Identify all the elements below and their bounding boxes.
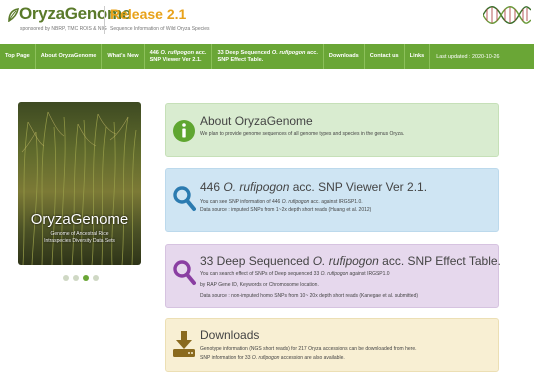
logo-leaf-icon xyxy=(8,8,20,22)
nav-about[interactable]: About OryzaGenome xyxy=(36,44,103,69)
about-card-text: We plan to provide genome sequences of a… xyxy=(200,131,405,137)
nav-downloads[interactable]: Downloads xyxy=(324,44,365,69)
snp-viewer-card[interactable]: 446 O. rufipogon acc. SNP Viewer Ver 2.1… xyxy=(165,168,499,232)
carousel-indicators xyxy=(63,275,99,281)
carousel-dot-1[interactable] xyxy=(63,275,69,281)
snp-effect-card-text-3: Data source : non-imputed homo SNPs from… xyxy=(200,293,419,299)
nav-snp-effect[interactable]: 33 Deep Sequenced O. rufipogon acc. SNP … xyxy=(212,44,324,69)
nav-links[interactable]: Links xyxy=(405,44,431,69)
header-divider xyxy=(104,6,105,34)
info-icon xyxy=(173,120,195,142)
nav-snp-viewer[interactable]: 446 O. rufipogon acc. SNP Viewer Ver 2.1… xyxy=(145,44,213,69)
magnifier-icon xyxy=(173,186,196,211)
snp-effect-card-text-1: You can search effect of SNPs of Deep se… xyxy=(200,271,390,277)
main-nav: Top Page About OryzaGenome What's New 44… xyxy=(0,44,534,69)
hero-carousel[interactable]: OryzaGenome Genome of Ancestral Rice Int… xyxy=(18,102,141,265)
downloads-card[interactable]: Downloads Genotype information (NGS shor… xyxy=(165,318,499,372)
sponsor-text: sponsored by NBRP, TMC ROIS & NIG xyxy=(20,26,107,32)
downloads-card-text-2: SNP information for 33 O. rufipogon acce… xyxy=(200,355,345,361)
dna-helix-icon xyxy=(483,6,531,24)
snp-viewer-card-text-2: Data source : imputed SNPs from 1~2x dep… xyxy=(200,207,372,213)
release-label: Release 2.1 xyxy=(110,6,187,22)
nav-snp-viewer-line2: SNP Viewer Ver 2.1. xyxy=(149,56,202,63)
snp-viewer-card-title[interactable]: 446 O. rufipogon acc. SNP Viewer Ver 2.1… xyxy=(200,180,427,194)
snp-viewer-card-text-1: You can see SNP information of 446 O. ru… xyxy=(200,199,363,205)
snp-effect-card[interactable]: 33 Deep Sequenced O. rufipogon acc. SNP … xyxy=(165,244,501,308)
downloads-card-title[interactable]: Downloads xyxy=(200,328,259,342)
carousel-dot-3[interactable] xyxy=(83,275,89,281)
download-icon xyxy=(173,331,195,357)
downloads-card-text-1: Genotype information (NGS short reads) f… xyxy=(200,346,417,352)
nav-whats-new[interactable]: What's New xyxy=(102,44,145,69)
last-updated: Last updated : 2020-10-26 xyxy=(436,53,500,60)
nav-top-page[interactable]: Top Page xyxy=(0,44,36,69)
carousel-subtitle-1: Genome of Ancestral Rice xyxy=(50,231,109,237)
carousel-title: OryzaGenome xyxy=(30,211,129,228)
site-header: OryzaGenome sponsored by NBRP, TMC ROIS … xyxy=(0,0,534,44)
nav-snp-effect-line2: SNP Effect Table. xyxy=(217,56,264,63)
carousel-subtitle-2: Intraspecies Diversity Data Sets xyxy=(44,238,115,244)
carousel-dot-4[interactable] xyxy=(93,275,99,281)
snp-effect-card-title[interactable]: 33 Deep Sequenced O. rufipogon acc. SNP … xyxy=(200,254,501,268)
magnifier-icon xyxy=(173,260,196,285)
about-card[interactable]: About OryzaGenome We plan to provide gen… xyxy=(165,103,499,157)
carousel-dot-2[interactable] xyxy=(73,275,79,281)
nav-contact[interactable]: Contact us xyxy=(365,44,405,69)
release-subtitle: Sequence Information of Wild Oryza Speci… xyxy=(110,26,210,32)
about-card-title[interactable]: About OryzaGenome xyxy=(200,114,313,128)
snp-effect-card-text-2: by RAP Gene ID, Keywords or Chromosome l… xyxy=(200,282,319,288)
